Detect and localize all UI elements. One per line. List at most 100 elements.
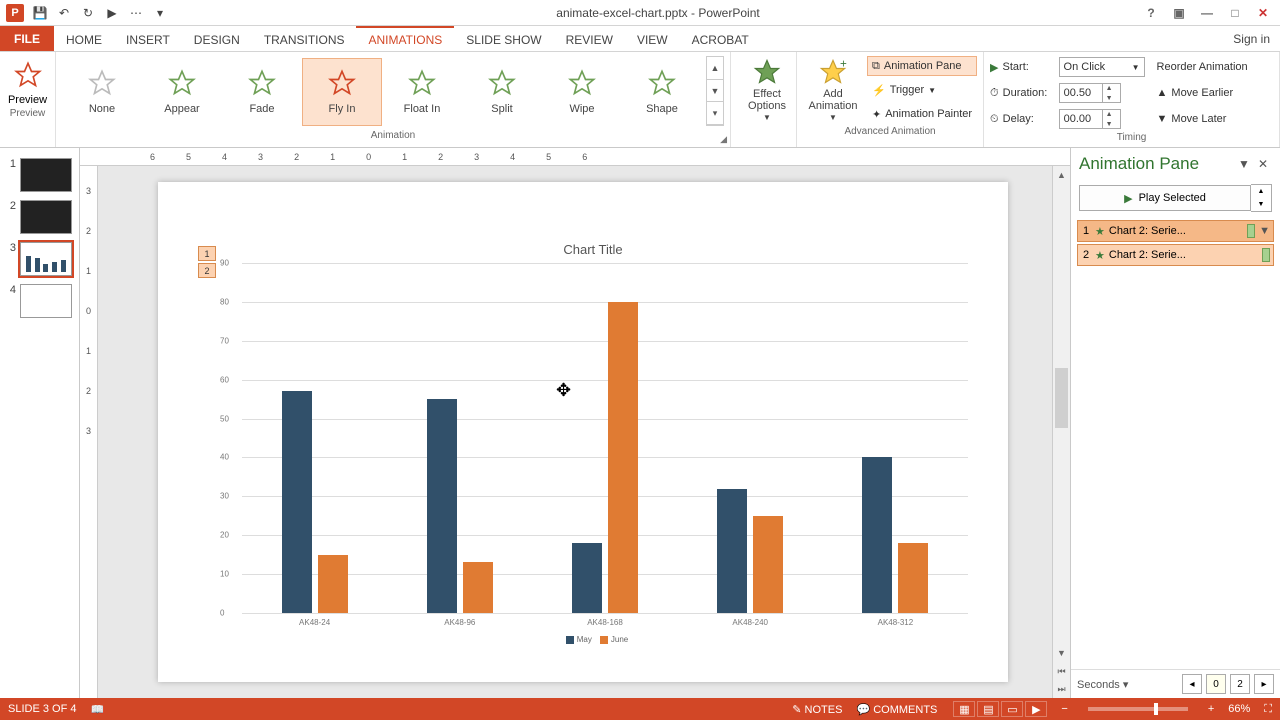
bar[interactable] bbox=[318, 555, 348, 613]
qat-customize-icon[interactable]: ▾ bbox=[152, 5, 168, 21]
animation-list: 1★Chart 2: Serie...▼2★Chart 2: Serie... bbox=[1077, 220, 1274, 268]
slide-thumb-2[interactable] bbox=[20, 200, 72, 234]
add-animation-button[interactable]: + Add Animation ▼ bbox=[803, 56, 863, 124]
tab-animations[interactable]: ANIMATIONS bbox=[356, 26, 454, 51]
animation-item[interactable]: 2★Chart 2: Serie... bbox=[1077, 244, 1274, 266]
animation-wipe[interactable]: Wipe bbox=[542, 58, 622, 126]
scroll-down-icon[interactable]: ▼ bbox=[1053, 644, 1070, 662]
move-later-button[interactable]: ▼Move Later bbox=[1157, 108, 1248, 130]
tab-transitions[interactable]: TRANSITIONS bbox=[252, 26, 357, 51]
view-buttons[interactable]: ▦▤▭▶ bbox=[951, 701, 1047, 717]
chevron-down-icon: ▼ bbox=[763, 114, 771, 123]
animation-item[interactable]: 1★Chart 2: Serie...▼ bbox=[1077, 220, 1274, 242]
tab-review[interactable]: REVIEW bbox=[554, 26, 625, 51]
tab-slide-show[interactable]: SLIDE SHOW bbox=[454, 26, 553, 51]
start-from-beginning-icon[interactable]: ▶ bbox=[104, 5, 120, 21]
tab-insert[interactable]: INSERT bbox=[114, 26, 182, 51]
zoom-level[interactable]: 66% bbox=[1228, 703, 1250, 715]
animation-none[interactable]: None bbox=[62, 58, 142, 126]
slide[interactable]: 1 2 Chart Title 0102030405060708090AK48-… bbox=[158, 182, 1008, 682]
fit-to-window-button[interactable]: ⛶ bbox=[1264, 703, 1272, 716]
trigger-button[interactable]: ⚡ Trigger ▼ bbox=[867, 80, 977, 100]
close-pane-icon[interactable]: ✕ bbox=[1254, 157, 1272, 171]
slide-thumb-1[interactable] bbox=[20, 158, 72, 192]
slide-thumb-4[interactable] bbox=[20, 284, 72, 318]
preview-label[interactable]: Preview bbox=[8, 94, 47, 106]
tab-view[interactable]: VIEW bbox=[625, 26, 680, 51]
next-slide-icon[interactable]: ⏭ bbox=[1053, 680, 1070, 698]
zoom-in-button[interactable]: + bbox=[1208, 703, 1214, 715]
animation-split[interactable]: Split bbox=[462, 58, 542, 126]
slide-thumb-3[interactable] bbox=[20, 242, 72, 276]
chart[interactable]: Chart Title 0102030405060708090AK48-24AK… bbox=[218, 242, 968, 642]
start-dropdown[interactable]: On Click ▼ bbox=[1059, 57, 1145, 77]
bar[interactable] bbox=[463, 562, 493, 613]
dialog-launcher-icon[interactable]: ◢ bbox=[720, 134, 727, 145]
chart-title: Chart Title bbox=[218, 242, 968, 257]
quick-access-toolbar: P 💾 ↶ ↻ ▶ ⋯ ▾ bbox=[0, 4, 174, 22]
undo-icon[interactable]: ↶ bbox=[56, 5, 72, 21]
minimize-icon[interactable]: — bbox=[1198, 6, 1216, 20]
effect-options-button[interactable]: Effect Options ▼ bbox=[737, 56, 797, 124]
scroll-up-icon[interactable]: ▲ bbox=[1053, 166, 1070, 184]
bar[interactable] bbox=[427, 399, 457, 613]
chevron-down-icon[interactable]: ▼ bbox=[1259, 225, 1270, 237]
close-icon[interactable]: ✕ bbox=[1254, 6, 1272, 20]
workspace: 1 2 3 4 6543210123456 3210123 1 2 Chart … bbox=[0, 148, 1280, 698]
delay-input[interactable]: 00.00 ▲▼ bbox=[1059, 109, 1121, 129]
bar[interactable] bbox=[608, 302, 638, 613]
scroll-thumb[interactable] bbox=[1055, 368, 1068, 428]
animation-float-in[interactable]: Float In bbox=[382, 58, 462, 126]
bar[interactable] bbox=[282, 391, 312, 613]
redo-icon[interactable]: ↻ bbox=[80, 5, 96, 21]
preview-icon[interactable] bbox=[9, 56, 47, 94]
save-icon[interactable]: 💾 bbox=[32, 5, 48, 21]
qat-more-icon[interactable]: ⋯ bbox=[128, 5, 144, 21]
animation-tag[interactable]: 1 bbox=[198, 246, 216, 261]
bar[interactable] bbox=[862, 457, 892, 613]
tab-acrobat[interactable]: ACROBAT bbox=[680, 26, 761, 51]
timeline-next-button[interactable]: ▸ bbox=[1254, 674, 1274, 694]
slide-thumbnails: 1 2 3 4 bbox=[0, 148, 80, 698]
signin-link[interactable]: Sign in bbox=[1233, 26, 1280, 51]
bar[interactable] bbox=[898, 543, 928, 613]
reorder-buttons[interactable]: ▲▼ bbox=[1251, 184, 1272, 212]
animation-gallery[interactable]: NoneAppearFadeFly InFloat InSplitWipeSha… bbox=[62, 56, 724, 128]
slide-canvas[interactable]: 1 2 Chart Title 0102030405060708090AK48-… bbox=[98, 166, 1052, 698]
animation-painter-icon: ✦ bbox=[872, 108, 881, 121]
animation-pane-button[interactable]: ⧉ Animation Pane bbox=[867, 56, 977, 76]
comments-button[interactable]: 💬 COMMENTS bbox=[856, 703, 937, 716]
bar[interactable] bbox=[717, 489, 747, 613]
spellcheck-icon[interactable]: 📖 bbox=[90, 703, 104, 716]
notes-button[interactable]: ✎ NOTES bbox=[792, 703, 842, 716]
timeline-prev-button[interactable]: ◂ bbox=[1182, 674, 1202, 694]
zoom-slider[interactable] bbox=[1088, 707, 1188, 711]
vertical-ruler: 3210123 bbox=[80, 166, 98, 698]
ribbon-display-icon[interactable]: ▣ bbox=[1170, 6, 1188, 20]
tab-home[interactable]: HOME bbox=[54, 26, 114, 51]
duration-input[interactable]: 00.50 ▲▼ bbox=[1059, 83, 1121, 103]
animation-shape[interactable]: Shape bbox=[622, 58, 702, 126]
animation-appear[interactable]: Appear bbox=[142, 58, 222, 126]
bar[interactable] bbox=[753, 516, 783, 613]
spinner-icon[interactable]: ▲▼ bbox=[1102, 83, 1116, 103]
gallery-scroll[interactable]: ▲▼▾ bbox=[706, 56, 724, 126]
zoom-out-button[interactable]: − bbox=[1061, 703, 1067, 715]
vertical-scrollbar[interactable]: ▲ ▼ ⏮ ⏭ bbox=[1052, 166, 1070, 698]
spinner-icon[interactable]: ▲▼ bbox=[1102, 109, 1116, 129]
animation-painter-button[interactable]: ✦ Animation Painter bbox=[867, 104, 977, 124]
animation-tag[interactable]: 2 bbox=[198, 263, 216, 278]
tab-file[interactable]: FILE bbox=[0, 26, 54, 51]
move-earlier-button[interactable]: ▲Move Earlier bbox=[1157, 82, 1248, 104]
animation-fly-in[interactable]: Fly In bbox=[302, 58, 382, 126]
star-icon: ★ bbox=[1095, 225, 1105, 238]
animation-fade[interactable]: Fade bbox=[222, 58, 302, 126]
group-label-advanced: Advanced Animation bbox=[803, 124, 977, 137]
bar[interactable] bbox=[572, 543, 602, 613]
tab-design[interactable]: DESIGN bbox=[182, 26, 252, 51]
help-icon[interactable]: ? bbox=[1142, 6, 1160, 20]
maximize-icon[interactable]: □ bbox=[1226, 6, 1244, 20]
pane-options-icon[interactable]: ▼ bbox=[1234, 157, 1254, 171]
play-selected-button[interactable]: ▶ Play Selected bbox=[1079, 185, 1251, 211]
prev-slide-icon[interactable]: ⏮ bbox=[1053, 662, 1070, 680]
